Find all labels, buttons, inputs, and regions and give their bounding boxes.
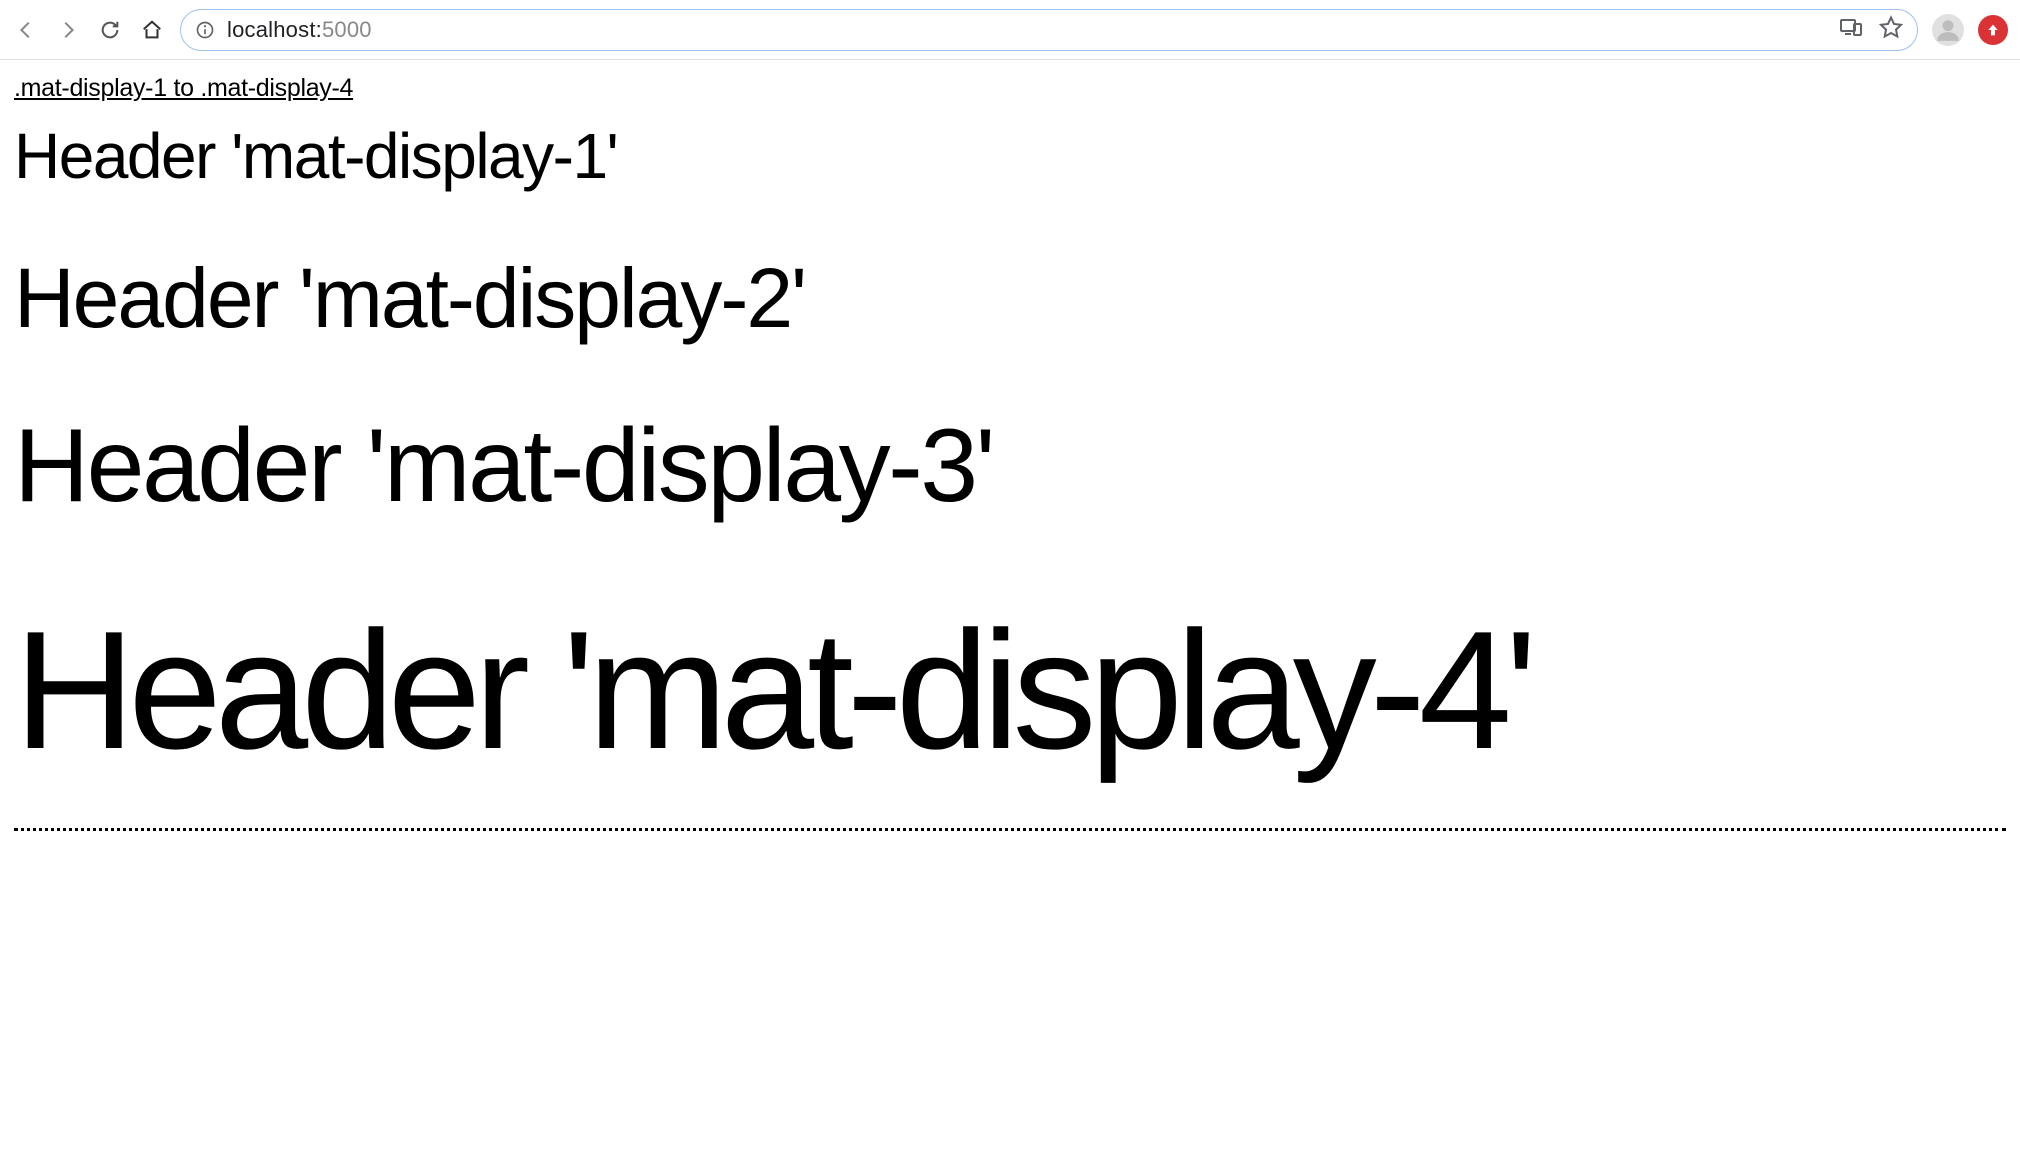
url-host: localhost: xyxy=(227,17,322,42)
home-icon xyxy=(141,19,163,41)
reload-button[interactable] xyxy=(96,16,124,44)
mat-display-1-header: Header 'mat-display-1' xyxy=(14,123,2006,190)
browser-toolbar: localhost:5000 xyxy=(0,0,2020,60)
person-icon xyxy=(1935,17,1961,43)
url-port: 5000 xyxy=(322,17,372,42)
info-icon xyxy=(195,20,215,40)
devices-icon xyxy=(1839,15,1863,39)
reload-icon xyxy=(99,19,121,41)
mat-display-3-header: Header 'mat-display-3' xyxy=(14,412,2006,521)
address-bar-actions xyxy=(1839,15,1903,44)
forward-button[interactable] xyxy=(54,16,82,44)
arrow-up-icon xyxy=(1985,22,2001,38)
star-icon xyxy=(1879,15,1903,39)
profile-avatar[interactable] xyxy=(1932,14,1964,46)
section-title: .mat-display-1 to .mat-display-4 xyxy=(14,74,2006,103)
dotted-separator xyxy=(14,828,2006,831)
mat-display-2-header: Header 'mat-display-2' xyxy=(14,254,2006,342)
bookmark-button[interactable] xyxy=(1879,15,1903,44)
address-bar[interactable]: localhost:5000 xyxy=(180,9,1918,51)
arrow-left-icon xyxy=(15,19,37,41)
mat-display-4-header: Header 'mat-display-4' xyxy=(14,602,2006,778)
back-button[interactable] xyxy=(12,16,40,44)
url-text: localhost:5000 xyxy=(227,17,372,43)
site-info-button[interactable] xyxy=(195,20,215,40)
page-content: .mat-display-1 to .mat-display-4 Header … xyxy=(0,60,2020,778)
send-to-devices-button[interactable] xyxy=(1839,15,1863,44)
home-button[interactable] xyxy=(138,16,166,44)
extension-badge[interactable] xyxy=(1978,15,2008,45)
arrow-right-icon xyxy=(57,19,79,41)
